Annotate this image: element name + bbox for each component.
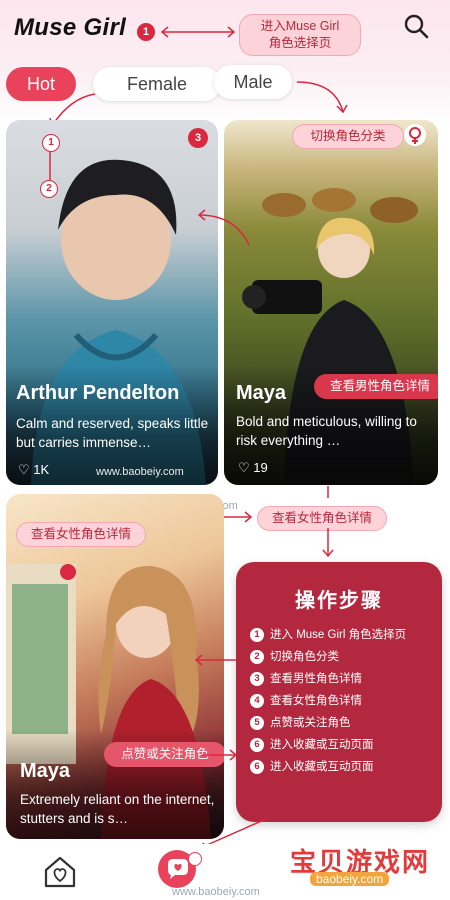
step-marker-3: 3 [188,128,208,148]
arrow-annotation-down [322,486,334,558]
heart-outline-icon[interactable]: ♡ [238,460,250,475]
character-card-maya-male-tab[interactable]: 切换角色分类 查看男性角色详情 Maya Bold and meticulous… [224,120,438,485]
character-card-arthur[interactable]: 1 2 3 Arthur Pendelton Calm and reserved… [6,120,218,485]
step-row: 6 进入收藏或互动页面 [250,736,374,754]
like-count[interactable]: ♡ 19 [238,460,268,476]
tab-female[interactable]: Female [93,67,221,101]
step-row: 3 查看男性角色详情 [250,670,362,688]
arrow-annotation-like [202,749,238,761]
step-row: 4 查看女性角色详情 [250,692,362,710]
watermark: www.baobeiy.com [96,466,184,478]
callout-switch-category: 切换角色分类 [292,124,404,149]
arrow-annotation-cards [197,209,250,246]
app-brand-title: Muse Girl [14,14,127,41]
step-row: 1 进入 Muse Girl 角色选择页 [250,626,406,644]
callout-male-detail: 查看男性角色详情 [314,374,438,399]
like-count-value: 19 [253,460,268,475]
card-name: Maya [236,382,287,404]
step-number: 3 [250,671,264,686]
arrow-annotation-panel [194,654,236,666]
step-text: 查看男性角色详情 [270,673,362,685]
step-text: 切换角色分类 [270,651,339,663]
home-heart-icon[interactable] [42,854,78,890]
steps-panel: 操作步骤 1 进入 Muse Girl 角色选择页 2 切换角色分类 3 查看男性角色… [236,562,442,822]
arrow-annotation [160,26,236,38]
like-count-value: 1K [33,462,50,477]
step-number: 1 [250,627,264,642]
card-description: Bold and meticulous, willing to risk eve… [236,414,417,448]
search-icon[interactable] [402,12,430,40]
card-name: Maya [20,760,71,782]
arrow-annotation-male [296,81,348,114]
step-marker-2: 2 [40,180,58,198]
female-symbol-icon [60,564,76,580]
heart-badge-icon [188,852,202,866]
site-domain: baobeiy.com [310,872,390,886]
watermark-bottom: www.baobeiy.com [172,886,260,898]
female-symbol-icon [404,124,426,146]
step-row: 2 切换角色分类 [250,648,339,666]
step-text: 进入收藏或互动页面 [270,739,374,751]
step-marker-1: 1 [137,23,155,41]
step-text: 点赞或关注角色 [270,717,351,729]
arrow-annotation-vertical [49,152,51,180]
step-number: 2 [250,649,264,664]
heart-outline-icon[interactable]: ♡ [18,462,30,477]
step-text: 进入 Muse Girl 角色选择页 [270,629,407,641]
card-description: Calm and reserved, speaks little but car… [16,416,209,450]
step-row: 5 点赞或关注角色 [250,714,351,732]
steps-title: 操作步骤 [295,590,383,612]
step-number: 5 [250,715,264,730]
step-number: 4 [250,693,264,708]
callout-female-detail-left: 查看女性角色详情 [16,522,146,547]
tab-male[interactable]: Male [214,65,292,99]
callout-enter-selection: 进入Muse Girl 角色选择页 [239,14,361,56]
like-count[interactable]: ♡ 1K [18,462,49,478]
step-number: 6 [250,759,264,774]
step-text: 进入收藏或互动页面 [270,761,374,773]
step-number: 6 [250,737,264,752]
step-text: 查看女性角色详情 [270,695,362,707]
step-row: 6 进入收藏或互动页面 [250,758,374,776]
card-name: Arthur Pendelton [16,382,180,404]
